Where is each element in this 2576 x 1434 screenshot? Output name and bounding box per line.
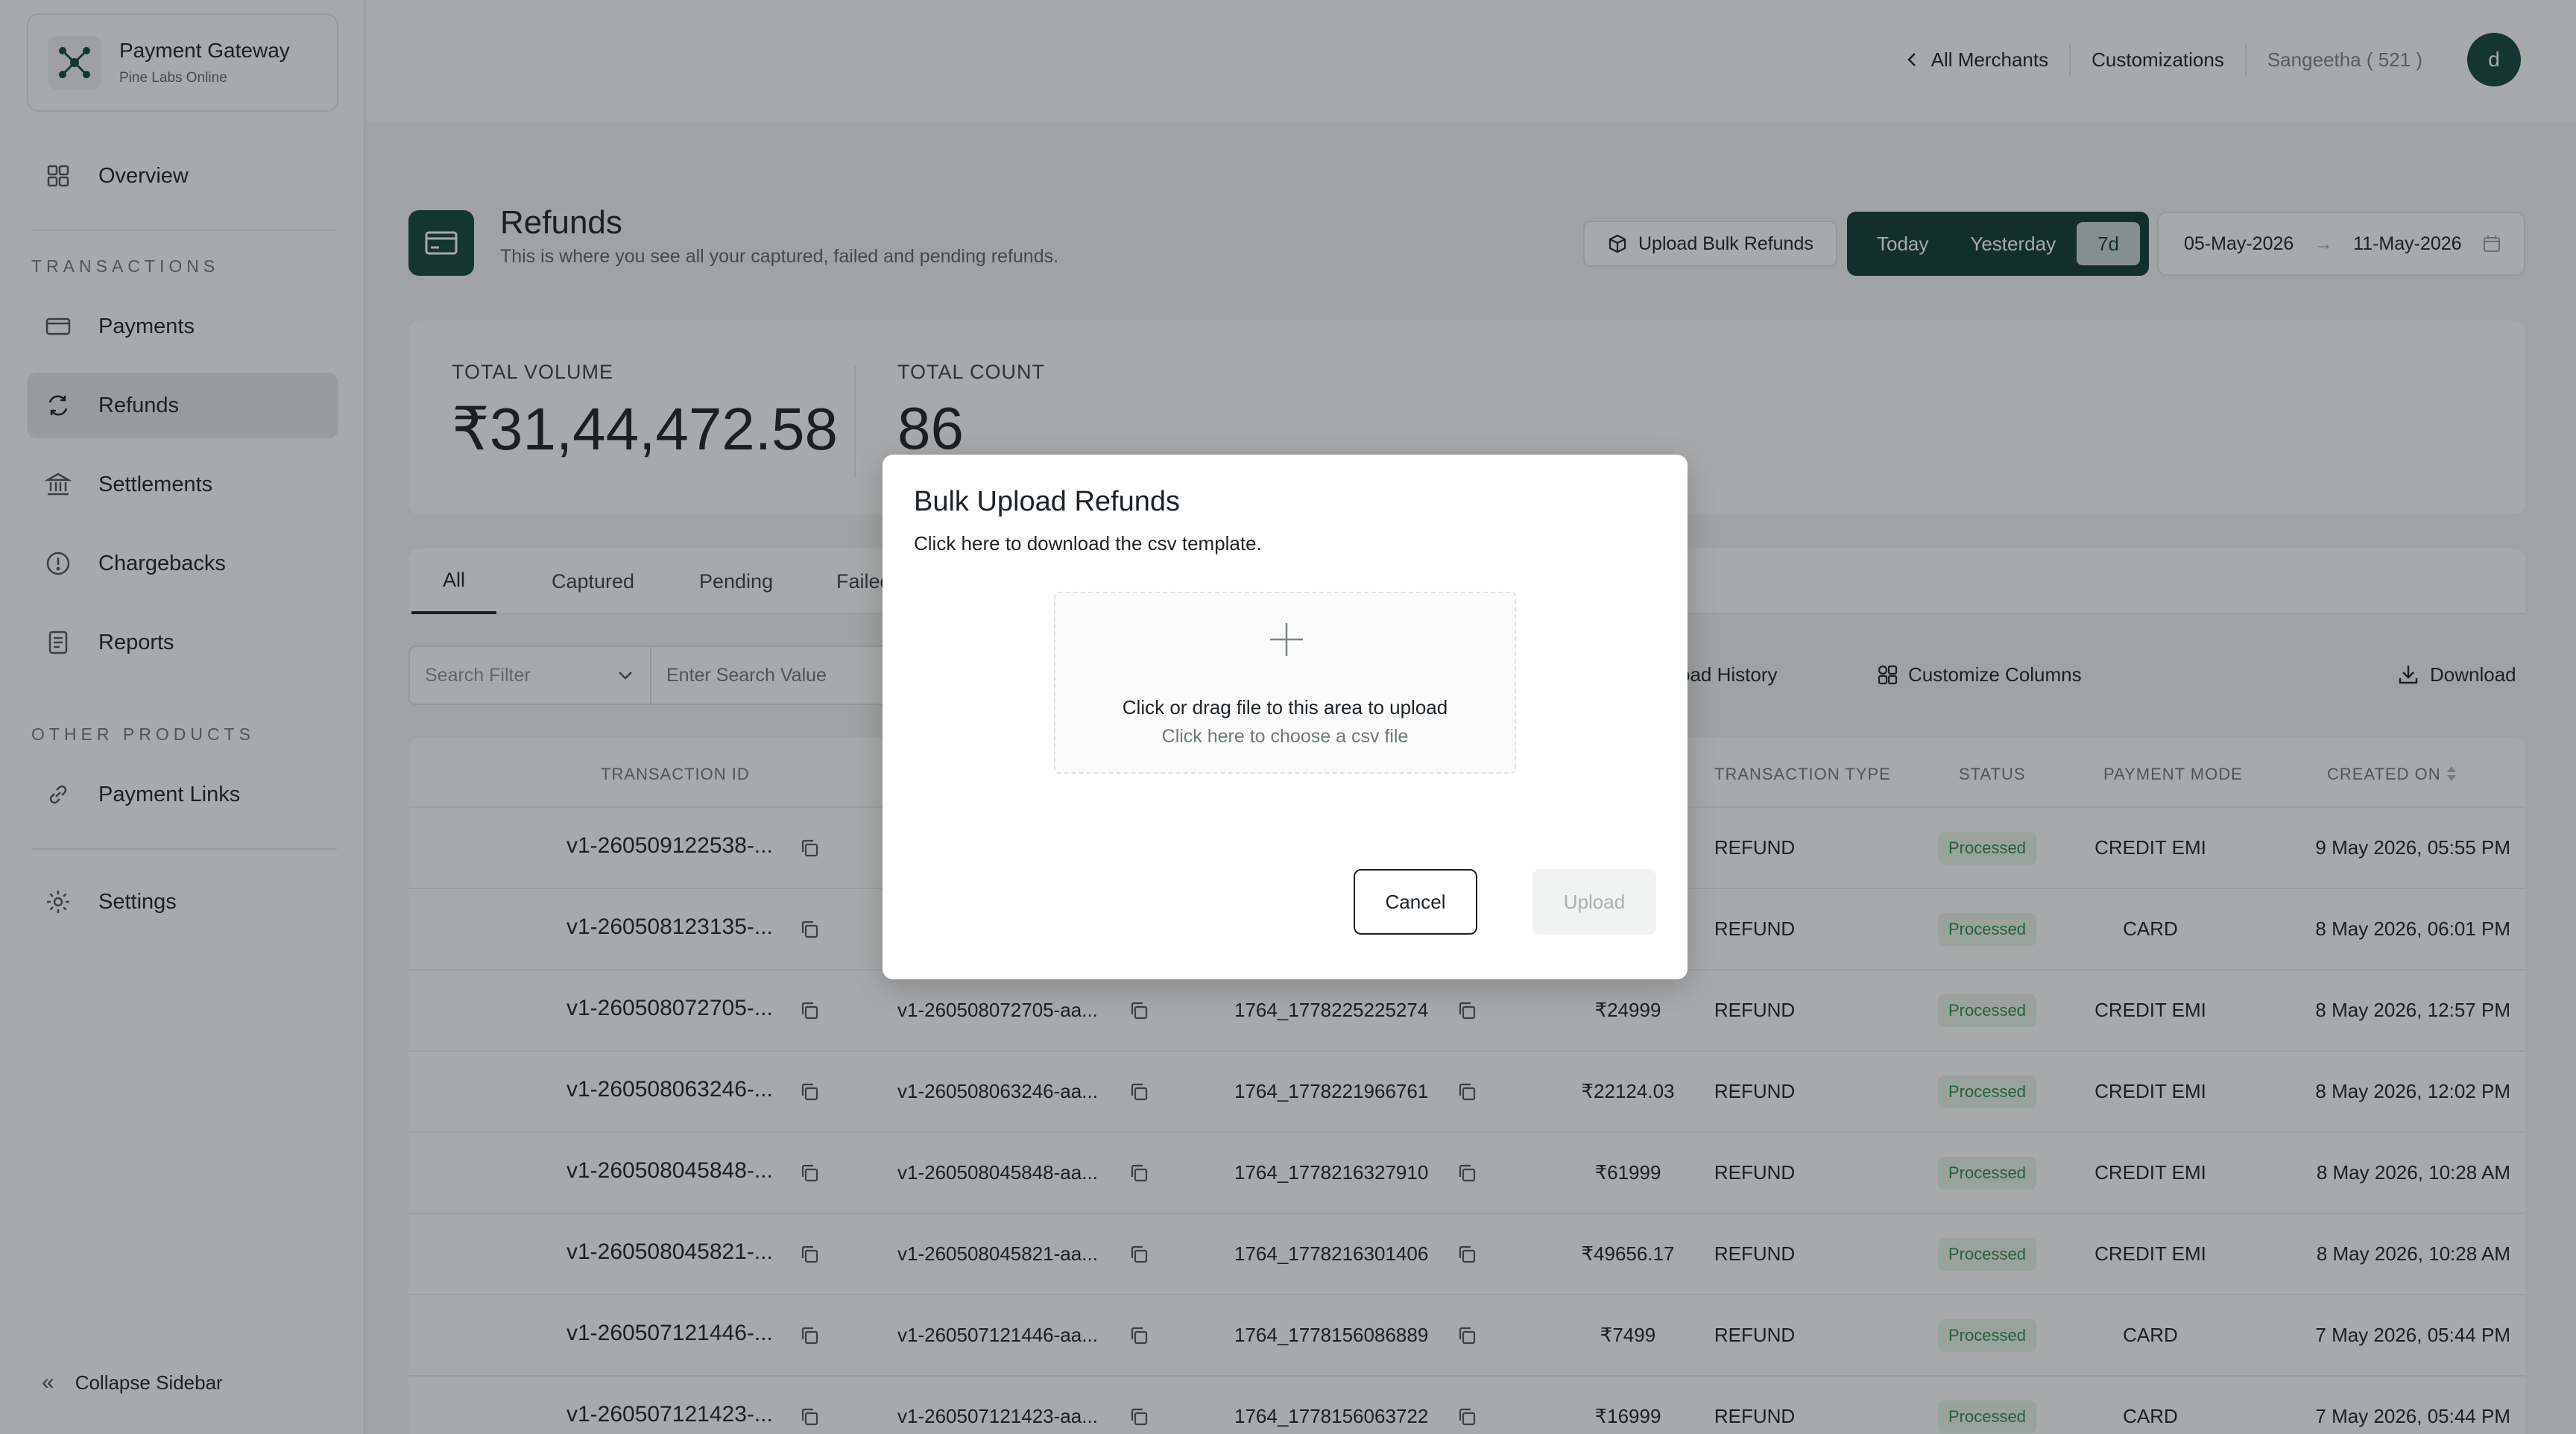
dropzone-hint: Click here to choose a csv file — [1161, 726, 1409, 747]
file-dropzone[interactable]: Click or drag file to this area to uploa… — [1054, 592, 1516, 774]
download-template-link[interactable]: Click here to download the csv template. — [914, 532, 1262, 555]
bulk-upload-modal: Bulk Upload Refunds Click here to downlo… — [883, 455, 1688, 979]
upload-button[interactable]: Upload — [1532, 869, 1656, 935]
dropzone-text: Click or drag file to this area to uploa… — [1122, 696, 1448, 718]
cancel-button[interactable]: Cancel — [1354, 869, 1477, 935]
modal-title: Bulk Upload Refunds — [914, 486, 1180, 517]
plus-icon — [1270, 623, 1303, 656]
